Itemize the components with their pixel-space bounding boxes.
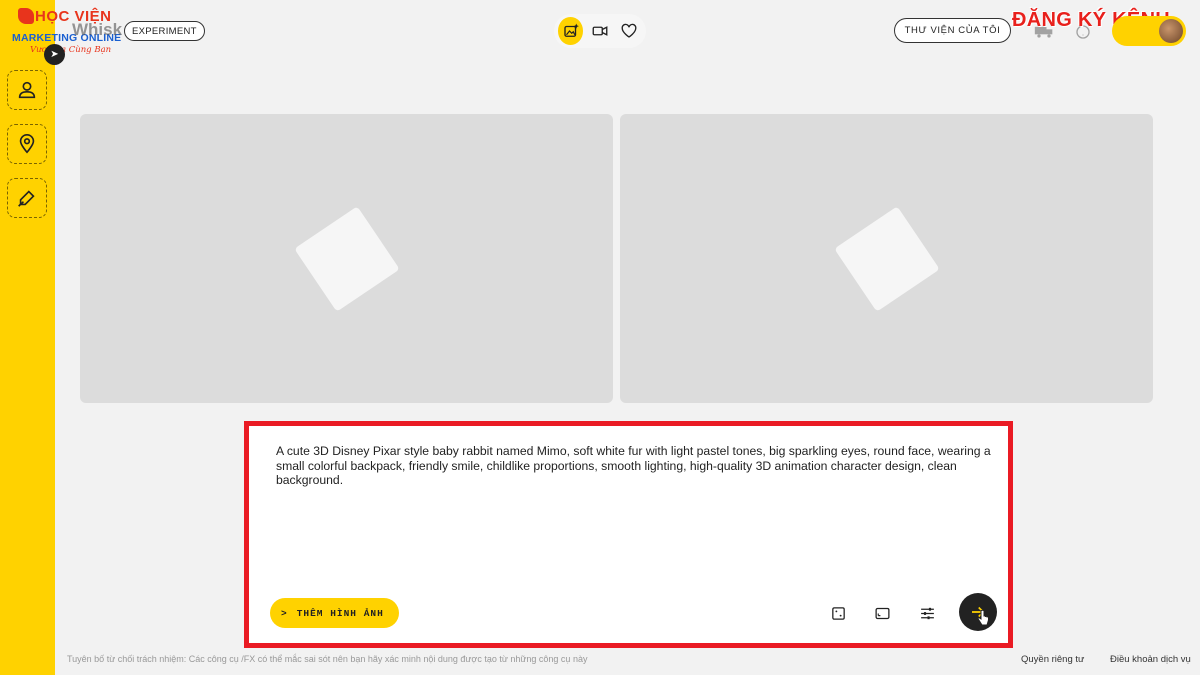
left-sidebar — [0, 0, 55, 675]
video-swap-icon — [592, 26, 608, 36]
brush-icon — [18, 190, 35, 207]
add-image-button[interactable]: > THÊM HÌNH ẢNH — [270, 598, 399, 628]
prompt-panel: A cute 3D Disney Pixar style baby rabbit… — [257, 434, 1004, 639]
terms-link[interactable]: Điều khoản dịch vụ — [1110, 654, 1191, 665]
mode-switcher — [554, 14, 646, 48]
style-button[interactable] — [7, 178, 47, 218]
chevron-right-icon: ➤ — [50, 49, 59, 60]
person-icon — [18, 81, 36, 99]
aspect-ratio-icon — [874, 607, 890, 619]
settings-button[interactable] — [916, 602, 938, 624]
image-result-1[interactable] — [80, 114, 613, 403]
image-mode-button[interactable] — [558, 17, 584, 45]
disclaimer-text: Tuyên bố từ chối trách nhiệm: Các công c… — [67, 654, 588, 664]
settings-sliders-icon — [920, 607, 934, 619]
image-sparkle-icon — [563, 23, 579, 37]
app-name: Whisk — [72, 20, 123, 39]
expand-sidebar-button[interactable]: ➤ — [44, 44, 65, 65]
loading-placeholder-icon — [833, 205, 940, 312]
scene-button[interactable] — [7, 124, 47, 164]
loading-placeholder-icon — [293, 205, 400, 312]
chevron-right-icon: > — [281, 607, 288, 619]
favorites-button[interactable] — [617, 17, 642, 45]
heart-icon — [621, 23, 637, 38]
prompt-input[interactable]: A cute 3D Disney Pixar style baby rabbit… — [276, 444, 991, 488]
image-result-2[interactable] — [620, 114, 1153, 403]
aspect-ratio-button[interactable] — [871, 602, 893, 624]
logo-tagline: Vươn Xa Cùng Bạn — [30, 45, 112, 55]
privacy-link[interactable]: Quyền riêng tư — [1021, 654, 1084, 665]
experiment-badge: EXPERIMENT — [124, 21, 205, 41]
avatar — [1159, 19, 1183, 43]
hand-cursor-icon — [977, 610, 989, 626]
random-button[interactable] — [827, 602, 849, 624]
logo-mark-icon — [18, 8, 34, 24]
subject-button[interactable] — [7, 70, 47, 110]
add-image-label: THÊM HÌNH ẢNH — [296, 607, 384, 619]
dice-icon — [831, 606, 845, 620]
video-mode-button[interactable] — [587, 17, 612, 45]
prompt-highlight-frame: A cute 3D Disney Pixar style baby rabbit… — [244, 421, 1013, 648]
location-pin-icon — [19, 134, 35, 154]
account-button[interactable] — [1112, 16, 1186, 46]
my-library-button[interactable]: THƯ VIỆN CỦA TÔI — [894, 18, 1011, 43]
